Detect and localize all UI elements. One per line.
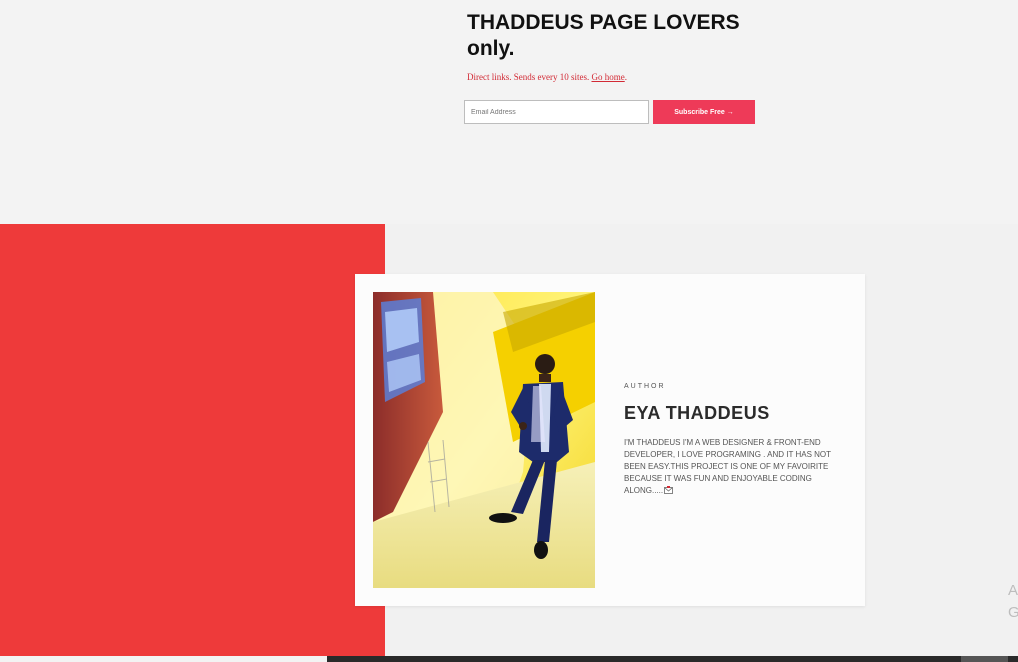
author-bio-text: I'M THADDEUS I'M A WEB DESIGNER & FRONT-… bbox=[624, 438, 831, 495]
newsletter-headline: THADDEUS PAGE LOVERS only. bbox=[467, 11, 740, 60]
author-photo bbox=[373, 292, 595, 588]
bottom-bar bbox=[327, 656, 1018, 662]
bottom-bar-segment bbox=[961, 656, 1008, 662]
right-edge-text: A G bbox=[1008, 582, 1018, 621]
author-photo-image bbox=[373, 292, 595, 588]
subscribe-button[interactable]: Subscribe Free → bbox=[653, 100, 755, 124]
newsletter-section: THADDEUS PAGE LOVERS only. Direct links.… bbox=[0, 0, 1018, 224]
newsletter-subtext: Direct links. Sends every 10 sites. Go h… bbox=[467, 72, 627, 82]
bottom-left-strip bbox=[0, 656, 327, 662]
envelope-icon bbox=[664, 486, 674, 494]
email-input[interactable] bbox=[464, 100, 649, 124]
newsletter-subtext-suffix: . bbox=[624, 72, 627, 82]
newsletter-subtext-prefix: Direct links. Sends every 10 sites. bbox=[467, 72, 592, 82]
author-bio: I'M THADDEUS I'M A WEB DESIGNER & FRONT-… bbox=[624, 437, 834, 497]
author-name: EYA THADDEUS bbox=[624, 403, 770, 423]
red-accent-block bbox=[0, 224, 385, 656]
author-card: AUTHOR EYA THADDEUS I'M THADDEUS I'M A W… bbox=[355, 274, 865, 606]
author-kicker: AUTHOR bbox=[624, 383, 666, 390]
go-home-link[interactable]: Go home bbox=[591, 72, 624, 82]
